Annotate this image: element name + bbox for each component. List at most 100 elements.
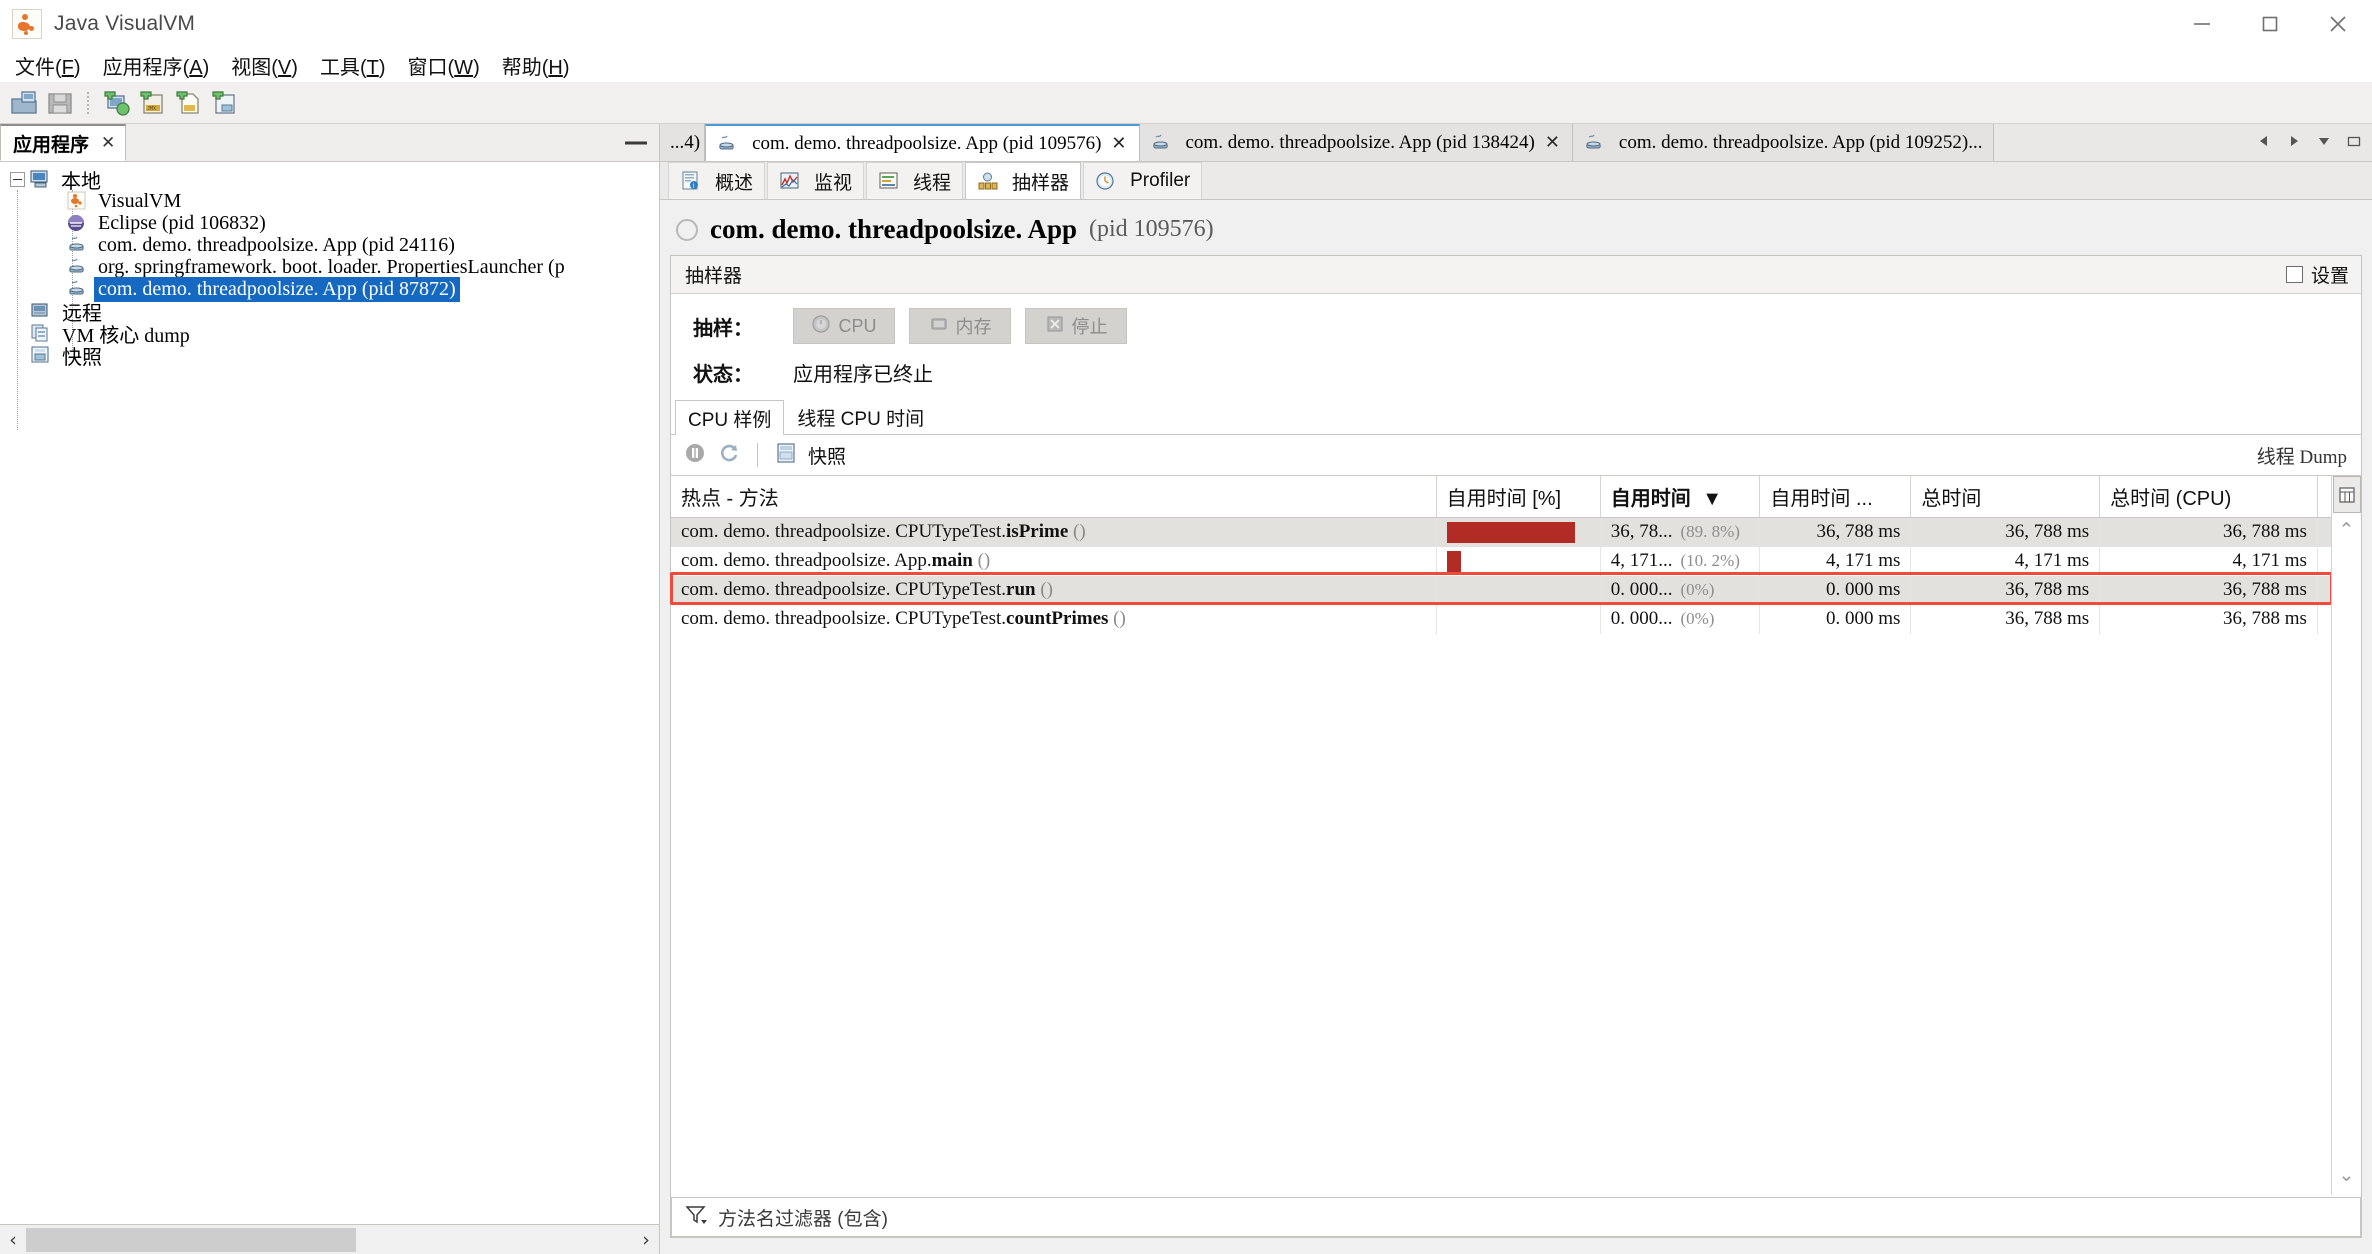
scrollbar-track[interactable]: [26, 1225, 633, 1254]
tree-node-local[interactable]: 本地: [0, 168, 659, 193]
tree-node-snapshots[interactable]: 快照: [0, 344, 659, 369]
column-total-time[interactable]: 总时间: [1910, 476, 2101, 518]
app-tab-pid-109576-close-icon[interactable]: ✕: [1109, 133, 1128, 154]
tree-node-app-24116[interactable]: com. demo. threadpoolsize. App (pid 2411…: [0, 234, 659, 256]
svg-text:JMX: JMX: [147, 106, 156, 112]
row-selftime-run: 0. 000... (0%): [1600, 575, 1761, 605]
java-icon: [66, 235, 88, 255]
app-tab-clipped[interactable]: ...4): [660, 124, 706, 161]
minimize-icon[interactable]: [2168, 0, 2236, 48]
tree-node-springboot-launcher[interactable]: org. springframework. boot. loader. Prop…: [0, 256, 659, 278]
menu-view[interactable]: 视图(V): [220, 49, 309, 82]
row-totaltime-main: 4, 171 ms: [1910, 546, 2101, 576]
close-icon[interactable]: [2304, 0, 2372, 48]
table-row[interactable]: com. demo. threadpoolsize. CPUTypeTest.c…: [671, 604, 2361, 634]
tree-node-app-87872-label: com. demo. threadpoolsize. App (pid 8787…: [94, 276, 460, 302]
scroll-left-icon[interactable]: ‹: [0, 1226, 26, 1254]
scroll-down-icon[interactable]: ⌄: [2333, 1164, 2361, 1187]
row-selftimecpu-run: 0. 000 ms: [1759, 575, 1912, 605]
tab-sampler[interactable]: 抽样器: [965, 162, 1082, 199]
filter-icon[interactable]: [684, 1203, 708, 1232]
tab-applications[interactable]: 应用程序 ✕: [0, 124, 127, 161]
profiler-icon: [1095, 171, 1117, 191]
tab-monitor[interactable]: 监视: [767, 162, 865, 199]
tab-cpu-samples[interactable]: CPU 样例: [675, 400, 785, 435]
scroll-up-icon[interactable]: ⌃: [2333, 519, 2361, 542]
remote-icon: [30, 301, 52, 321]
tree-node-eclipse[interactable]: Eclipse (pid 106832): [0, 212, 659, 234]
chevron-down-icon[interactable]: [2316, 133, 2332, 153]
memory-sample-button[interactable]: 内存: [909, 308, 1011, 344]
snapshot-button-label[interactable]: 快照: [808, 442, 846, 469]
row-selftime-isprime: 36, 78... (89. 8%): [1600, 517, 1761, 547]
tab-applications-label: 应用程序: [13, 134, 90, 156]
menu-applications[interactable]: 应用程序(A): [92, 49, 221, 82]
method-filter-input[interactable]: 方法名过滤器 (包含): [718, 1204, 888, 1231]
app-tab-pid-109576[interactable]: com. demo. threadpoolsize. App (pid 1095…: [705, 124, 1140, 161]
add-vm-coredump-icon[interactable]: [172, 87, 204, 119]
snapshot-icon[interactable]: [774, 441, 798, 470]
maximize-tab-icon[interactable]: [2346, 133, 2362, 153]
add-jmx-connection-icon[interactable]: JMX: [136, 87, 168, 119]
settings-toggle[interactable]: 设置: [2285, 261, 2349, 288]
app-tab-pid-109252[interactable]: com. demo. threadpoolsize. App (pid 1092…: [1572, 124, 1994, 161]
status-label: 状态：: [693, 364, 753, 386]
tab-applications-close-icon[interactable]: ✕: [101, 133, 115, 153]
tab-overview[interactable]: i 概述: [668, 162, 766, 199]
tab-threads[interactable]: 线程: [866, 162, 964, 199]
menu-view-mnemonic: V: [277, 56, 292, 79]
scroll-right-icon[interactable]: ›: [633, 1226, 659, 1254]
method-suffix: (): [1113, 608, 1126, 629]
load-snapshot-icon[interactable]: [8, 87, 40, 119]
menu-file[interactable]: 文件(F): [4, 49, 92, 82]
cpu-sample-button[interactable]: CPU: [793, 308, 895, 344]
table-row[interactable]: com. demo. threadpoolsize. CPUTypeTest.i…: [671, 517, 2361, 547]
status-row: 状态： 应用程序已终止: [671, 348, 2361, 399]
tree-expand-toggle-icon[interactable]: [10, 171, 25, 187]
table-vertical-scrollbar[interactable]: ⌃ ⌄: [2331, 476, 2361, 1195]
add-remote-host-icon[interactable]: [100, 87, 132, 119]
main-body: 应用程序 ✕ 本地 VisualVM Eclipse (pid 106832) …: [0, 124, 2372, 1254]
self-time-value: 4, 171...: [1610, 550, 1673, 571]
column-total-time-cpu[interactable]: 总时间 (CPU): [2099, 476, 2318, 518]
table-row-highlighted[interactable]: com. demo. threadpoolsize. CPUTypeTest.r…: [671, 575, 2361, 605]
menu-window[interactable]: 窗口(W): [397, 49, 491, 82]
menu-help[interactable]: 帮助(H): [491, 49, 581, 82]
thread-dump-button[interactable]: 线程 Dump: [2257, 442, 2347, 469]
row-bar-countprimes: [1436, 604, 1601, 634]
menu-tools[interactable]: 工具(T): [309, 49, 397, 82]
menu-applications-label: 应用程序: [102, 56, 183, 79]
maximize-icon[interactable]: [2236, 0, 2304, 48]
menu-help-mnemonic: H: [548, 56, 563, 79]
stop-sample-button[interactable]: 停止: [1025, 308, 1127, 344]
tab-thread-cpu-time[interactable]: 线程 CPU 时间: [784, 399, 937, 434]
sidebar-horizontal-scrollbar[interactable]: ‹ ›: [0, 1224, 659, 1254]
tree-node-visualvm[interactable]: VisualVM: [0, 190, 659, 212]
add-snapshot-icon[interactable]: [208, 87, 240, 119]
column-hotspot-method[interactable]: 热点 - 方法: [671, 476, 1437, 518]
row-totaltimecpu-main: 4, 171 ms: [2099, 546, 2318, 576]
table-row[interactable]: com. demo. threadpoolsize. App.main () 4…: [671, 546, 2361, 576]
row-bar-run: [1436, 575, 1601, 605]
column-chooser-icon[interactable]: [2332, 476, 2361, 513]
applications-tree[interactable]: 本地 VisualVM Eclipse (pid 106832) com. de…: [0, 162, 659, 1224]
toolbar-separator: [87, 91, 89, 114]
scrollbar-thumb[interactable]: [26, 1227, 356, 1252]
row-method-main: com. demo. threadpoolsize. App.main (): [671, 546, 1437, 576]
column-self-time-pct[interactable]: 自用时间 [%]: [1436, 476, 1601, 518]
settings-checkbox[interactable]: [2285, 266, 2303, 283]
app-tab-pid-138424-close-icon[interactable]: ✕: [1543, 132, 1562, 153]
refresh-icon[interactable]: [717, 441, 741, 470]
tab-profiler-label: Profiler: [1130, 170, 1191, 191]
scroll-right-icon[interactable]: [2286, 133, 2302, 153]
save-snapshot-icon[interactable]: [44, 87, 76, 119]
panel-minimize-icon[interactable]: [625, 141, 647, 144]
pause-icon[interactable]: [683, 441, 707, 470]
scroll-left-icon[interactable]: [2256, 133, 2272, 153]
method-filter-bar[interactable]: 方法名过滤器 (包含): [671, 1197, 2361, 1237]
app-tab-pid-138424[interactable]: com. demo. threadpoolsize. App (pid 1384…: [1139, 124, 1573, 161]
column-self-time-cpu[interactable]: 自用时间 ...: [1759, 476, 1912, 518]
column-self-time[interactable]: 自用时间 ▼: [1600, 476, 1761, 518]
computer-icon: [29, 169, 51, 189]
tab-profiler[interactable]: Profiler: [1083, 162, 1203, 199]
